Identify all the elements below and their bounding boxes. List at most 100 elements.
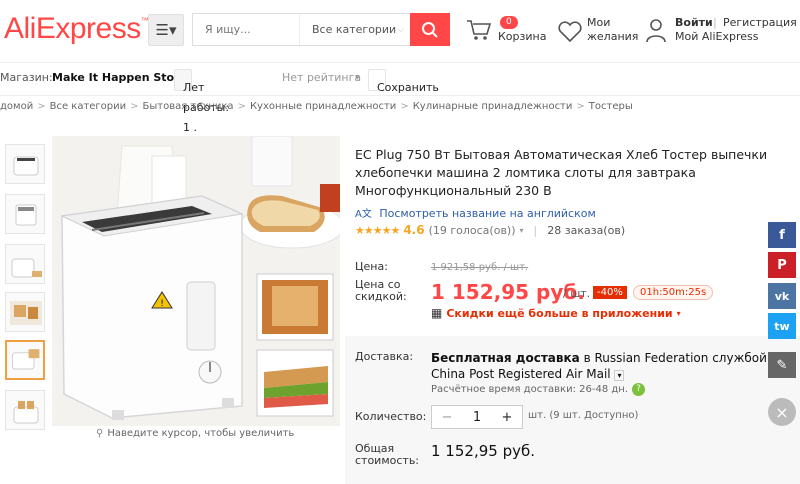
thumbnail[interactable] bbox=[5, 390, 45, 430]
new-price: 1 152,95 руб. bbox=[431, 280, 585, 304]
product-title: EC Plug 750 Вт Бытовая Автоматическая Хл… bbox=[355, 147, 768, 198]
rating-value: 4.6 bbox=[403, 223, 425, 237]
facebook-icon: f bbox=[779, 227, 785, 243]
rating-dropdown[interactable]: Нет рейтинга bbox=[282, 71, 361, 84]
help-icon[interactable]: ? bbox=[632, 383, 645, 396]
vk-share-button[interactable]: vk bbox=[768, 283, 796, 309]
total-label-2: стоимость: bbox=[355, 454, 420, 467]
divider: | bbox=[713, 16, 717, 29]
close-sidebar-button[interactable]: × bbox=[768, 398, 796, 426]
pinterest-share-button[interactable]: P bbox=[768, 252, 796, 278]
toaster-image: ! bbox=[52, 136, 340, 426]
breadcrumb: домой > Все категории > Бытовая техника > Кухо… bbox=[0, 101, 637, 112]
search-category-label: Все категории bbox=[312, 23, 397, 36]
bread-thumb-image bbox=[10, 301, 42, 325]
twitter-share-button[interactable]: tw bbox=[768, 313, 796, 339]
toaster-thumb-image bbox=[13, 156, 39, 176]
zoom-hint-label: Наведите курсор, чтобы увеличить bbox=[107, 428, 295, 439]
delivery-info: Бесплатная доставка в Russian Federation… bbox=[431, 350, 791, 384]
twitter-icon: tw bbox=[774, 319, 790, 333]
edit-button[interactable]: ✎ bbox=[768, 352, 796, 378]
product-info: EC Plug 750 Вт Бытовая Автоматическая Хл… bbox=[345, 136, 800, 484]
rating-stars-icon: ★★★★★ bbox=[355, 223, 400, 237]
save-store-label: Сохранить bbox=[377, 81, 439, 94]
quantity-label: Количество: bbox=[355, 410, 427, 423]
search-button[interactable] bbox=[410, 13, 450, 46]
delivery-time-label: Расчётное время доставки: 26-48 дн. bbox=[431, 384, 628, 395]
qr-code-icon: ▦ bbox=[431, 306, 443, 320]
view-english-label: Посмотреть название на английском bbox=[379, 207, 596, 220]
facebook-share-button[interactable]: f bbox=[768, 222, 796, 248]
app-discount-link[interactable]: ▦ Скидки ещё больше в приложении ▾ bbox=[431, 306, 681, 320]
toaster-thumb-image bbox=[11, 258, 42, 278]
discount-badge: -40% bbox=[593, 286, 627, 299]
price-unit: / шт. bbox=[563, 287, 591, 300]
votes-link[interactable]: (19 голоса(ов)) bbox=[429, 224, 516, 237]
chevron-down-icon: ▾ bbox=[519, 225, 524, 235]
my-account-link[interactable]: Мой AliExpress bbox=[675, 30, 758, 44]
orders-count: 28 заказа(ов) bbox=[547, 223, 626, 237]
search-icon bbox=[422, 21, 438, 38]
pencil-icon: ✎ bbox=[776, 357, 788, 373]
breadcrumb-separator: > bbox=[37, 101, 46, 112]
categories-menu-button[interactable]: ☰▾ bbox=[148, 14, 184, 46]
thumbnail[interactable] bbox=[5, 244, 45, 284]
thumbnail[interactable] bbox=[5, 144, 45, 184]
search-category-select[interactable]: Все категории ⌵ bbox=[299, 14, 410, 45]
breadcrumb-link[interactable]: Бытовая техника bbox=[143, 101, 234, 112]
chevron-down-icon: ▾ bbox=[355, 73, 360, 83]
search-input[interactable] bbox=[193, 14, 299, 45]
cart-label: Корзина bbox=[498, 30, 547, 43]
toaster-thumb-image bbox=[13, 401, 39, 424]
view-english-title-link[interactable]: A文 Посмотреть название на английском bbox=[355, 205, 596, 220]
vk-icon: vk bbox=[774, 289, 790, 303]
price-label: Цена: bbox=[355, 260, 388, 273]
cart-button[interactable]: 0 Корзина bbox=[466, 16, 546, 48]
quantity-input[interactable]: 1 bbox=[462, 410, 492, 425]
register-link[interactable]: Регистрация bbox=[723, 16, 797, 30]
chevron-down-icon: ▾ bbox=[614, 370, 625, 381]
delivery-free-label: Бесплатная доставка bbox=[431, 351, 580, 365]
save-store-button[interactable]: Сохранить bbox=[368, 69, 439, 94]
thumbnail[interactable] bbox=[5, 194, 45, 234]
chevron-down-icon: ▾ bbox=[676, 308, 681, 318]
total-price: 1 152,95 руб. bbox=[431, 442, 535, 460]
delivery-time: Расчётное время доставки: 26-48 дн. ? bbox=[431, 383, 645, 396]
login-link[interactable]: Войти bbox=[675, 16, 713, 30]
close-icon: × bbox=[775, 402, 789, 422]
shop-prefix: Магазин: bbox=[0, 71, 53, 84]
wishlist-label-2: желания bbox=[587, 30, 639, 43]
delivery-label: Доставка: bbox=[355, 350, 414, 363]
breadcrumb-link[interactable]: Кулинарные принадлежности bbox=[413, 101, 573, 112]
product-gallery: ! ⚲ Наведите курсор, чтобы увеличить bbox=[0, 136, 340, 484]
breadcrumb-link[interactable]: Все категории bbox=[50, 101, 127, 112]
divider: | bbox=[533, 223, 538, 237]
search-bar: Все категории ⌵ bbox=[192, 13, 450, 46]
years-badge: Лет работы: 1 . bbox=[174, 69, 229, 134]
plus-button[interactable]: + bbox=[492, 410, 522, 425]
breadcrumb-separator: > bbox=[237, 101, 246, 112]
store-bar: Магазин: Make It Happen Store Лет работы… bbox=[0, 62, 800, 134]
menu-icon: ☰▾ bbox=[155, 21, 177, 39]
chevron-down-icon: ⌵ bbox=[397, 24, 405, 35]
thumbnail[interactable] bbox=[5, 292, 45, 332]
purchase-panel: Доставка: Бесплатная доставка в Russian … bbox=[345, 336, 800, 484]
aliexpress-logo[interactable]: AliExpress™ bbox=[4, 12, 149, 46]
main-product-image[interactable]: ! bbox=[52, 136, 340, 426]
toaster-thumb-image bbox=[11, 349, 40, 370]
breadcrumb-link[interactable]: Кухонные принадлежности bbox=[250, 101, 396, 112]
zoom-icon: ⚲ bbox=[96, 428, 104, 439]
shop-name-link[interactable]: Make It Happen Store bbox=[52, 71, 187, 84]
user-icon bbox=[646, 19, 666, 43]
minus-button[interactable]: − bbox=[432, 410, 462, 425]
wishlist-button[interactable]: Мои желания bbox=[557, 16, 639, 48]
heart-icon bbox=[558, 21, 582, 43]
thumbnail-selected[interactable] bbox=[5, 340, 45, 380]
cart-icon bbox=[467, 20, 492, 40]
breadcrumb-separator: > bbox=[130, 101, 139, 112]
breadcrumb-link[interactable]: домой bbox=[0, 101, 33, 112]
countdown-timer: 01h:50m:25s bbox=[633, 285, 714, 300]
account-area: Войти | Регистрация Мой AliExpress bbox=[645, 16, 800, 48]
breadcrumb-current: Тостеры bbox=[588, 101, 633, 112]
old-price: 1 921,58 руб. / шт. bbox=[431, 262, 529, 273]
